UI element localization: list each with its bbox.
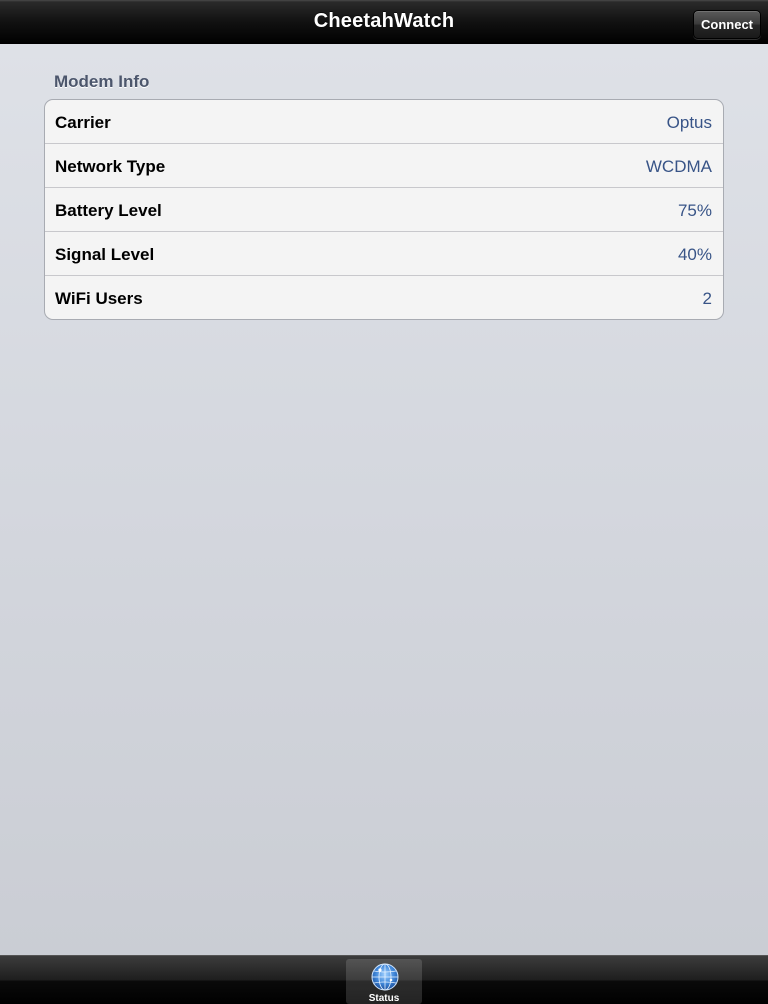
radar-globe-icon — [371, 963, 399, 991]
row-label: WiFi Users — [55, 289, 143, 308]
row-label: Signal Level — [55, 245, 155, 264]
row-label: Network Type — [55, 157, 166, 176]
row-value: 40% — [677, 245, 712, 264]
row-label: Carrier — [55, 113, 111, 132]
navigation-bar: CheetahWatch Connect — [0, 0, 768, 44]
row-value: Optus — [666, 113, 712, 132]
tab-bar: Status — [0, 955, 768, 1004]
table-row-carrier: Carrier Optus — [45, 100, 723, 144]
table-row-battery-level: Battery Level 75% — [45, 188, 723, 232]
tab-status[interactable]: Status — [346, 959, 422, 1004]
connect-button[interactable]: Connect — [693, 10, 761, 39]
row-value: 75% — [677, 201, 712, 220]
section-header-modem-info: Modem Info — [54, 72, 150, 91]
row-value: 2 — [702, 289, 712, 308]
table-row-signal-level: Signal Level 40% — [45, 232, 723, 276]
table-row-network-type: Network Type WCDMA — [45, 144, 723, 188]
row-value: WCDMA — [645, 157, 712, 176]
modem-info-table: Carrier Optus Network Type WCDMA Battery… — [44, 99, 724, 320]
page-title: CheetahWatch — [313, 10, 455, 32]
row-label: Battery Level — [55, 201, 162, 220]
table-row-wifi-users: WiFi Users 2 — [45, 276, 723, 319]
tab-label: Status — [368, 993, 400, 1004]
